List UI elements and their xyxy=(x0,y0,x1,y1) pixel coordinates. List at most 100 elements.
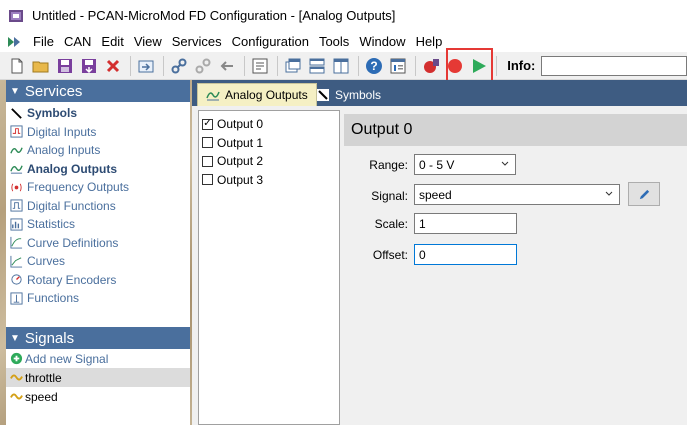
disconnect-button[interactable] xyxy=(192,55,213,77)
sidebar-item-digital-functions[interactable]: Digital Functions xyxy=(6,197,190,216)
services-list: Symbols Digital Inputs Analog Inputs Analog… xyxy=(6,102,190,329)
open-folder-button[interactable] xyxy=(30,55,51,77)
output-list-item[interactable]: ✓ Output 0 xyxy=(199,115,339,134)
signal-item-label: throttle xyxy=(25,370,62,385)
delete-button[interactable] xyxy=(102,55,123,77)
curves-icon xyxy=(9,254,23,268)
back-button[interactable] xyxy=(216,55,237,77)
frequency-outputs-icon xyxy=(9,180,23,194)
menu-configuration[interactable]: Configuration xyxy=(227,31,314,52)
services-header[interactable]: ▼ Services xyxy=(6,80,190,102)
sidebar-item-symbols[interactable]: Symbols xyxy=(6,104,190,123)
chevron-down-icon xyxy=(605,191,613,196)
checkbox-icon[interactable] xyxy=(202,155,213,167)
signal-wave-icon xyxy=(9,390,23,404)
title-bar: Untitled - PCAN-MicroMod FD Configuratio… xyxy=(0,0,687,31)
menu-can[interactable]: CAN xyxy=(59,31,96,52)
checkbox-icon[interactable] xyxy=(202,174,213,186)
record-button[interactable] xyxy=(444,55,465,77)
range-label: Range: xyxy=(369,158,408,172)
sidebar-item-curves[interactable]: Curves xyxy=(6,252,190,271)
analog-outputs-icon xyxy=(206,91,220,101)
tab-strip: Analog Outputs Symbols xyxy=(192,80,687,106)
signal-wave-icon xyxy=(9,371,23,385)
play-button[interactable] xyxy=(468,55,489,77)
toolbar: ? Info: xyxy=(0,52,687,80)
menu-services[interactable]: Services xyxy=(167,31,227,52)
cascade-windows-button[interactable] xyxy=(282,55,303,77)
edit-signal-button[interactable] xyxy=(628,182,660,206)
menu-help[interactable]: Help xyxy=(411,31,448,52)
tab-symbols-label: Symbols xyxy=(335,87,382,102)
output-detail-panel: Output 0 Range: 0 - 5 V Signal: speed Sc… xyxy=(344,110,687,425)
sidebar-item-analog-inputs[interactable]: Analog Inputs xyxy=(6,141,190,160)
export-button[interactable] xyxy=(135,55,156,77)
output-list-item[interactable]: Output 2 xyxy=(199,152,339,171)
save-as-button[interactable] xyxy=(78,55,99,77)
tab-symbols[interactable]: Symbols xyxy=(308,83,389,106)
menu-edit[interactable]: Edit xyxy=(96,31,128,52)
scale-input[interactable]: 1 xyxy=(414,213,517,234)
sidebar-item-frequency-outputs[interactable]: Frequency Outputs xyxy=(6,178,190,197)
delete-icon xyxy=(106,59,119,72)
output-list-item[interactable]: Output 3 xyxy=(199,171,339,190)
output-list-item[interactable]: Output 1 xyxy=(199,134,339,153)
checkbox-checked-icon[interactable]: ✓ xyxy=(202,118,213,130)
help-button[interactable]: ? xyxy=(363,55,384,77)
output-item-label: Output 3 xyxy=(217,172,264,187)
signal-items: throttle speed xyxy=(6,368,190,406)
tab-analog-outputs[interactable]: Analog Outputs xyxy=(197,83,317,106)
save-button[interactable] xyxy=(54,55,75,77)
menu-file[interactable]: File xyxy=(28,31,59,52)
sidebar-item-curve-definitions[interactable]: Curve Definitions xyxy=(6,234,190,253)
about-button[interactable] xyxy=(387,55,408,77)
symbols-icon xyxy=(317,88,329,101)
menu-view[interactable]: View xyxy=(129,31,167,52)
sidebar-item-statistics[interactable]: Statistics xyxy=(6,215,190,234)
toolbar-separator xyxy=(496,55,498,76)
properties-button[interactable] xyxy=(249,55,270,77)
range-select[interactable]: 0 - 5 V xyxy=(414,154,516,175)
signal-item[interactable]: speed xyxy=(6,387,190,406)
add-new-signal[interactable]: Add new Signal xyxy=(6,349,190,368)
tile-horizontal-icon xyxy=(309,58,325,73)
detail-title: Output 0 xyxy=(344,114,687,146)
menu-window[interactable]: Window xyxy=(354,31,410,52)
info-field[interactable] xyxy=(541,55,687,76)
document-icon[interactable] xyxy=(6,34,22,50)
signals-header[interactable]: ▼ Signals xyxy=(6,327,190,349)
sidebar-item-functions[interactable]: Functions xyxy=(6,289,190,308)
about-icon xyxy=(390,58,406,73)
tile-vertical-button[interactable] xyxy=(330,55,351,77)
sidebar-item-digital-inputs[interactable]: Digital Inputs xyxy=(6,123,190,142)
signal-select[interactable]: speed xyxy=(414,184,620,205)
sidebar-item-label: Curve Definitions xyxy=(27,235,119,250)
tile-horizontal-button[interactable] xyxy=(306,55,327,77)
toolbar-separator xyxy=(415,55,417,76)
new-file-button[interactable] xyxy=(6,55,27,77)
analog-outputs-icon xyxy=(9,162,23,176)
add-icon xyxy=(9,352,23,366)
svg-text:?: ? xyxy=(370,59,377,73)
checkbox-icon[interactable] xyxy=(202,137,213,149)
record-config-button[interactable] xyxy=(420,55,441,77)
sidebar-item-label: Frequency Outputs xyxy=(27,180,130,195)
toolbar-separator xyxy=(277,55,279,76)
sidebar-item-analog-outputs[interactable]: Analog Outputs xyxy=(6,160,190,179)
sidebar-item-label: Digital Functions xyxy=(27,198,116,213)
sidebar-item-label: Rotary Encoders xyxy=(27,272,117,287)
signal-label: Signal: xyxy=(371,189,408,203)
unlink-icon xyxy=(195,58,211,73)
digital-functions-icon xyxy=(9,199,23,213)
output-item-label: Output 2 xyxy=(217,154,264,169)
connect-button[interactable] xyxy=(168,55,189,77)
help-icon: ? xyxy=(365,57,382,74)
new-file-icon xyxy=(11,58,23,73)
signal-item[interactable]: throttle xyxy=(6,368,190,387)
statistics-icon xyxy=(9,217,23,231)
sidebar-item-label: Symbols xyxy=(27,106,78,121)
offset-label: Offset: xyxy=(372,248,408,262)
offset-input[interactable]: 0 xyxy=(414,244,517,265)
sidebar-item-rotary-encoders[interactable]: Rotary Encoders xyxy=(6,271,190,290)
menu-tools[interactable]: Tools xyxy=(314,31,354,52)
